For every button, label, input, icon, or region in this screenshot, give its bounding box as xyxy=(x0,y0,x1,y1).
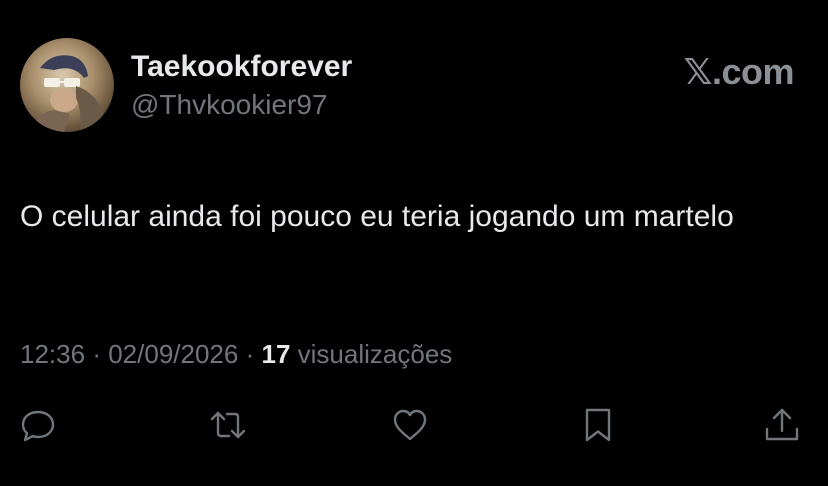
tweet-meta: 12:36 · 02/09/2026 · 17 visualizações xyxy=(20,338,452,370)
tweet-date[interactable]: 02/09/2026 xyxy=(108,339,238,369)
bookmark-icon xyxy=(585,408,611,442)
bookmark-button[interactable] xyxy=(578,405,618,445)
share-button[interactable] xyxy=(762,405,802,445)
views-label: visualizações xyxy=(297,339,453,369)
reply-button[interactable] xyxy=(18,405,58,445)
repost-button[interactable] xyxy=(208,405,248,445)
meta-separator: · xyxy=(245,339,255,369)
avatar[interactable] xyxy=(20,38,114,132)
tweet-text: O celular ainda foi pouco eu teria jogan… xyxy=(20,200,734,233)
speech-bubble-icon xyxy=(21,410,55,442)
tweet-time[interactable]: 12:36 xyxy=(20,339,85,369)
avatar-photo xyxy=(30,55,114,132)
share-upload-icon xyxy=(765,408,799,441)
author-display-name[interactable]: Taekookforever xyxy=(131,50,352,84)
tweet-card: Taekookforever @Thvkookier97 𝕏.com O cel… xyxy=(0,0,828,486)
author-handle[interactable]: @Thvkookier97 xyxy=(131,89,328,121)
like-button[interactable] xyxy=(390,405,430,445)
heart-icon xyxy=(393,409,427,441)
x-logo: 𝕏.com xyxy=(683,51,794,92)
views-count: 17 xyxy=(261,339,291,369)
meta-separator: · xyxy=(92,339,101,369)
repost-arrows-icon xyxy=(210,411,246,439)
